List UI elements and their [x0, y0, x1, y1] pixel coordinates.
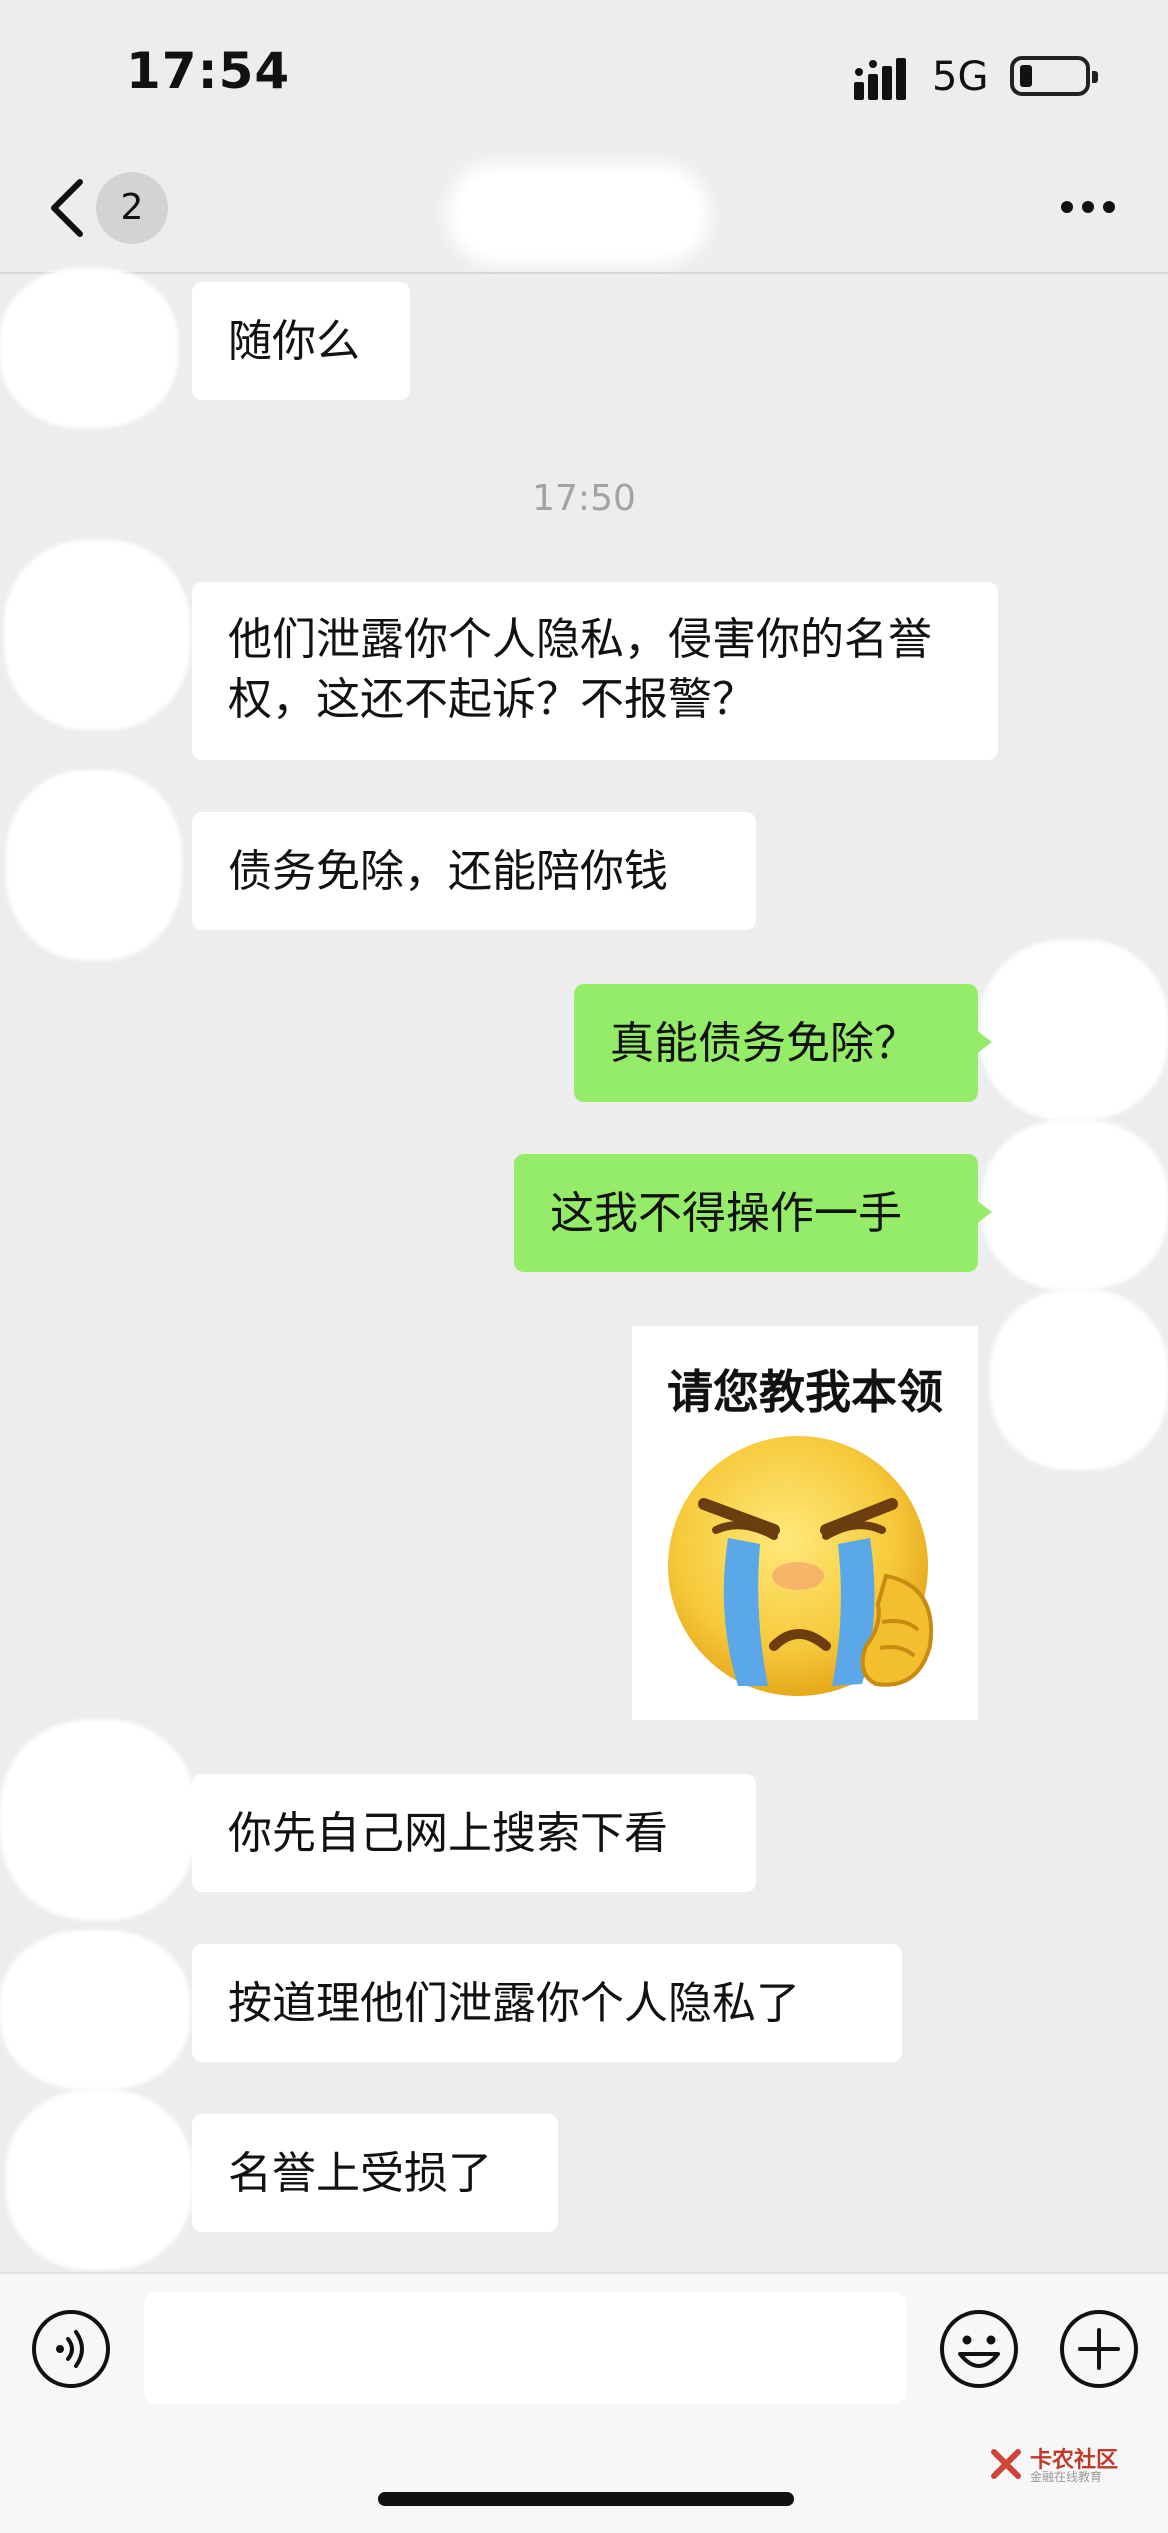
message-bubble[interactable]: 随你么	[192, 282, 410, 400]
crying-emoji-icon	[668, 1436, 933, 1696]
sticker-caption: 请您教我本领	[667, 1365, 943, 1419]
avatar-redacted[interactable]	[6, 2090, 192, 2270]
message-bubble[interactable]: 名誉上受损了	[192, 2114, 558, 2232]
message-bubble[interactable]: 债务免除，还能陪你钱	[192, 812, 756, 930]
avatar-redacted[interactable]	[980, 940, 1168, 1120]
watermark-tagline: 金融在线教育	[1030, 2470, 1103, 2484]
message-bubble-self[interactable]: 这我不得操作一手	[514, 1154, 992, 1272]
message-bubble[interactable]: 你先自己网上搜索下看	[192, 1774, 756, 1892]
message-input[interactable]	[144, 2292, 906, 2404]
message-bubble-self[interactable]: 真能债务免除？	[574, 984, 992, 1102]
more-options-icon[interactable]	[1060, 200, 1116, 214]
signal-icon	[854, 58, 906, 100]
avatar-redacted[interactable]	[0, 268, 178, 428]
sticker-image[interactable]: 请您教我本领	[632, 1326, 978, 1720]
message-timestamp: 17:50	[532, 478, 636, 519]
plus-icon[interactable]	[1058, 2308, 1140, 2390]
avatar-redacted[interactable]	[4, 540, 190, 730]
battery-icon	[1010, 56, 1098, 96]
message-bubble[interactable]: 他们泄露你个人隐私，侵害你的名誉权，这还不起诉？不报警？	[192, 582, 998, 760]
avatar-redacted[interactable]	[0, 1720, 196, 1920]
home-indicator[interactable]	[378, 2492, 794, 2506]
message-bubble[interactable]: 按道理他们泄露你个人隐私了	[192, 1944, 902, 2062]
emoji-icon[interactable]	[938, 2308, 1020, 2390]
watermark-logo: 卡农社区 金融在线教育	[988, 2442, 1158, 2488]
avatar-redacted[interactable]	[990, 1290, 1168, 1470]
back-icon[interactable]	[44, 176, 90, 240]
avatar-redacted[interactable]	[6, 770, 182, 960]
avatar-redacted[interactable]	[0, 1930, 190, 2090]
voice-icon[interactable]	[30, 2308, 112, 2390]
unread-badge[interactable]: 2	[96, 172, 168, 244]
network-label: 5G	[932, 54, 989, 100]
chat-title-redacted	[458, 174, 698, 254]
watermark-icon	[991, 2449, 1021, 2479]
nav-divider	[0, 272, 1168, 274]
status-time: 17:54	[126, 42, 291, 100]
avatar-redacted[interactable]	[982, 1120, 1168, 1290]
